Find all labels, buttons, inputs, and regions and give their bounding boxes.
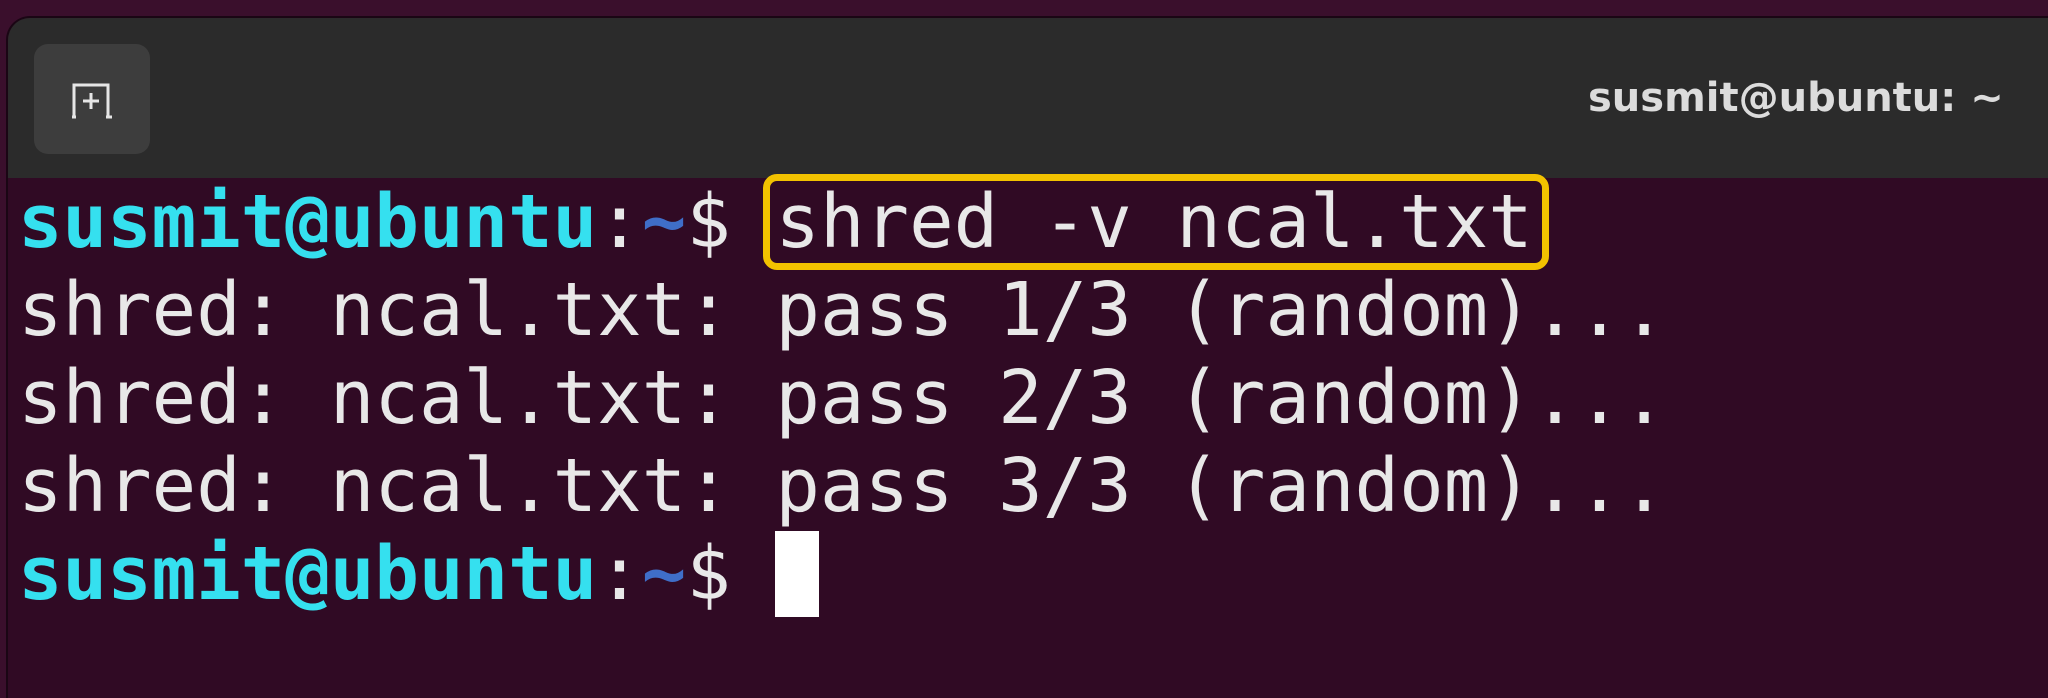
prompt-colon: :	[597, 179, 642, 265]
prompt-colon: :	[597, 531, 642, 617]
prompt-line: susmit@ubuntu:~$	[18, 530, 2048, 618]
command-line: susmit@ubuntu:~$ shred -v ncal.txt	[18, 174, 2048, 270]
text-cursor	[775, 531, 820, 617]
window-title: susmit@ubuntu: ~	[1588, 75, 2004, 121]
prompt-path: ~	[641, 179, 687, 265]
new-tab-icon	[72, 83, 112, 119]
prompt-user: susmit@ubuntu	[18, 179, 598, 265]
prompt-user: susmit@ubuntu	[18, 531, 598, 617]
terminal-output-area[interactable]: susmit@ubuntu:~$ shred -v ncal.txt shred…	[8, 174, 2048, 698]
prompt-dollar: $	[686, 531, 776, 617]
output-line: shred: ncal.txt: pass 3/3 (random)...	[18, 443, 1667, 529]
output-line: shred: ncal.txt: pass 1/3 (random)...	[18, 267, 1667, 353]
new-tab-button[interactable]	[34, 44, 150, 154]
terminal-window: susmit@ubuntu: ~ susmit@ubuntu:~$ shred …	[8, 18, 2048, 698]
output-line: shred: ncal.txt: pass 2/3 (random)...	[18, 355, 1667, 441]
highlighted-command: shred -v ncal.txt	[763, 174, 1549, 270]
title-bar: susmit@ubuntu: ~	[8, 18, 2048, 178]
prompt-path: ~	[641, 531, 687, 617]
command-text: shred -v ncal.txt	[775, 179, 1533, 265]
prompt-dollar: $	[686, 179, 776, 265]
